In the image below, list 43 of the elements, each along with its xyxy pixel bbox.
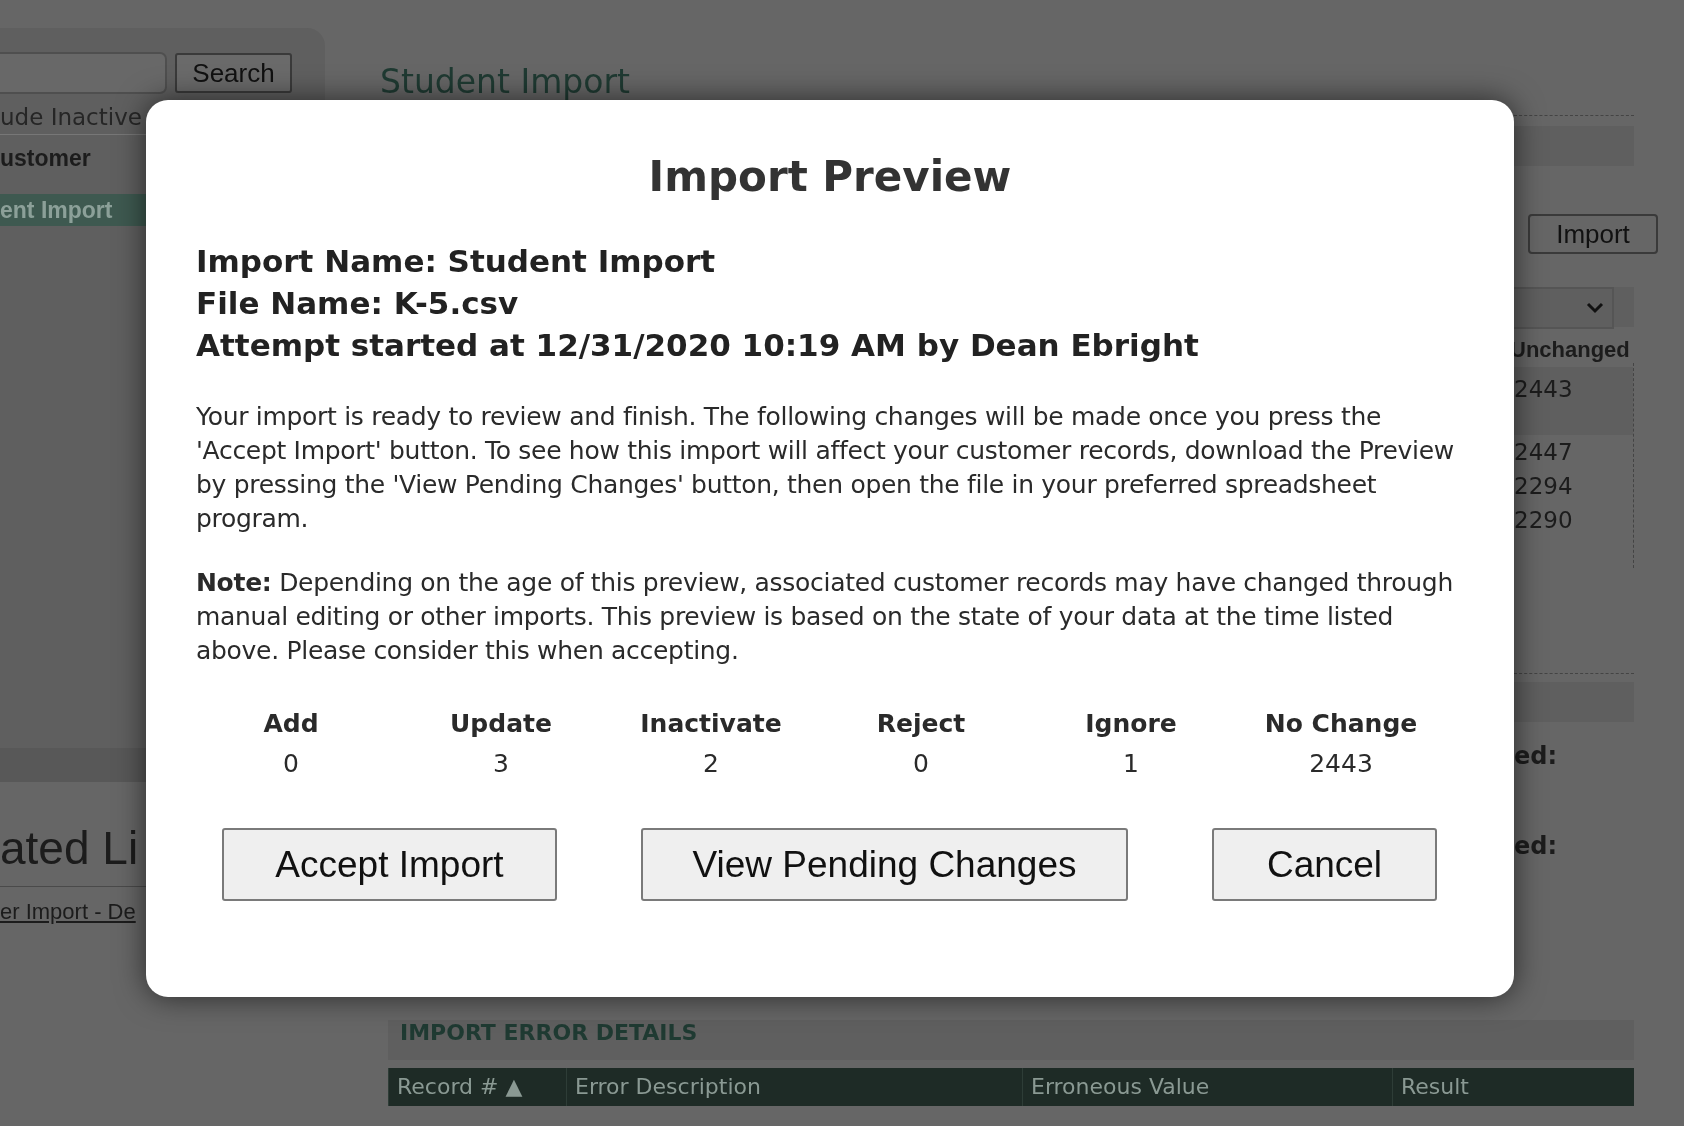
- stat-value: 0: [282, 748, 300, 780]
- info-line: Attempt started at 12/31/2020 10:19 AM by Dean Ebright: [196, 326, 1200, 365]
- stat-label: Reject: [875, 708, 967, 740]
- info-line: Import Name: Student Import: [196, 242, 717, 281]
- stat-label: No Change: [1263, 708, 1419, 740]
- stat-value: 0: [912, 748, 930, 780]
- stat-value: 2: [702, 748, 720, 780]
- import-button[interactable]: Import: [1528, 214, 1658, 254]
- section-header: IMPORT ERROR DETAILS: [388, 1020, 1634, 1060]
- include-inactive-label: ude Inactive: [0, 100, 146, 135]
- search-field[interactable]: [0, 52, 167, 94]
- stat-label: Inactivate: [639, 708, 783, 740]
- table-cell-text: 2447: [1514, 438, 1574, 467]
- paragraph: Note: Depending on the age of this preview, associated customer records may have changed through manual editing or other imports. This preview is based on the state of your data at the time listed above. Please consider this when accepting.: [196, 567, 1454, 667]
- field-label: ed:: [1514, 742, 1559, 772]
- stat-label: Add: [262, 708, 320, 740]
- stat-value: 1: [1122, 748, 1140, 780]
- paragraph: Your import is ready to review and finish. The following changes will be made once you press the 'Accept Import' button. To see how this import will affect your customer records, download the Preview by pressing the 'View Pending Changes' button, then open the file in your preferred spreadsheet program.: [196, 401, 1455, 535]
- dialog-button[interactable]: View Pending Changes: [641, 828, 1128, 901]
- field-label: ed:: [1514, 832, 1559, 862]
- stat-label: Update: [449, 708, 553, 740]
- column-header[interactable]: Result: [1392, 1068, 1634, 1106]
- search-button[interactable]: Search: [175, 53, 292, 93]
- sidebar-item[interactable]: ent Import: [0, 194, 146, 226]
- table-cell-text: 2290: [1514, 506, 1574, 535]
- stat-value: 2443: [1308, 748, 1374, 780]
- chevron-down-icon: [1586, 302, 1604, 314]
- table-cell-text: 2294: [1514, 472, 1574, 501]
- dialog-button[interactable]: Accept Import: [222, 828, 557, 901]
- page-title: Student Import: [380, 62, 631, 101]
- info-line: File Name: K-5.csv: [196, 284, 520, 323]
- column-header: Unchanged: [1510, 337, 1631, 363]
- dialog-button[interactable]: Cancel: [1212, 828, 1437, 901]
- stat-value: 3: [492, 748, 510, 780]
- stat-label: Ignore: [1084, 708, 1178, 740]
- section-heading: ated Li: [0, 821, 140, 876]
- table-cell: 2443: [1514, 367, 1633, 435]
- import-link[interactable]: er Import - De: [0, 899, 146, 925]
- customer-label: ustomer: [0, 145, 92, 172]
- dialog-title: Import Preview: [647, 151, 1013, 203]
- column-header[interactable]: Erroneous Value: [1022, 1068, 1392, 1106]
- column-header[interactable]: Record # ▲: [388, 1068, 566, 1106]
- column-header[interactable]: Error Description: [566, 1068, 1022, 1106]
